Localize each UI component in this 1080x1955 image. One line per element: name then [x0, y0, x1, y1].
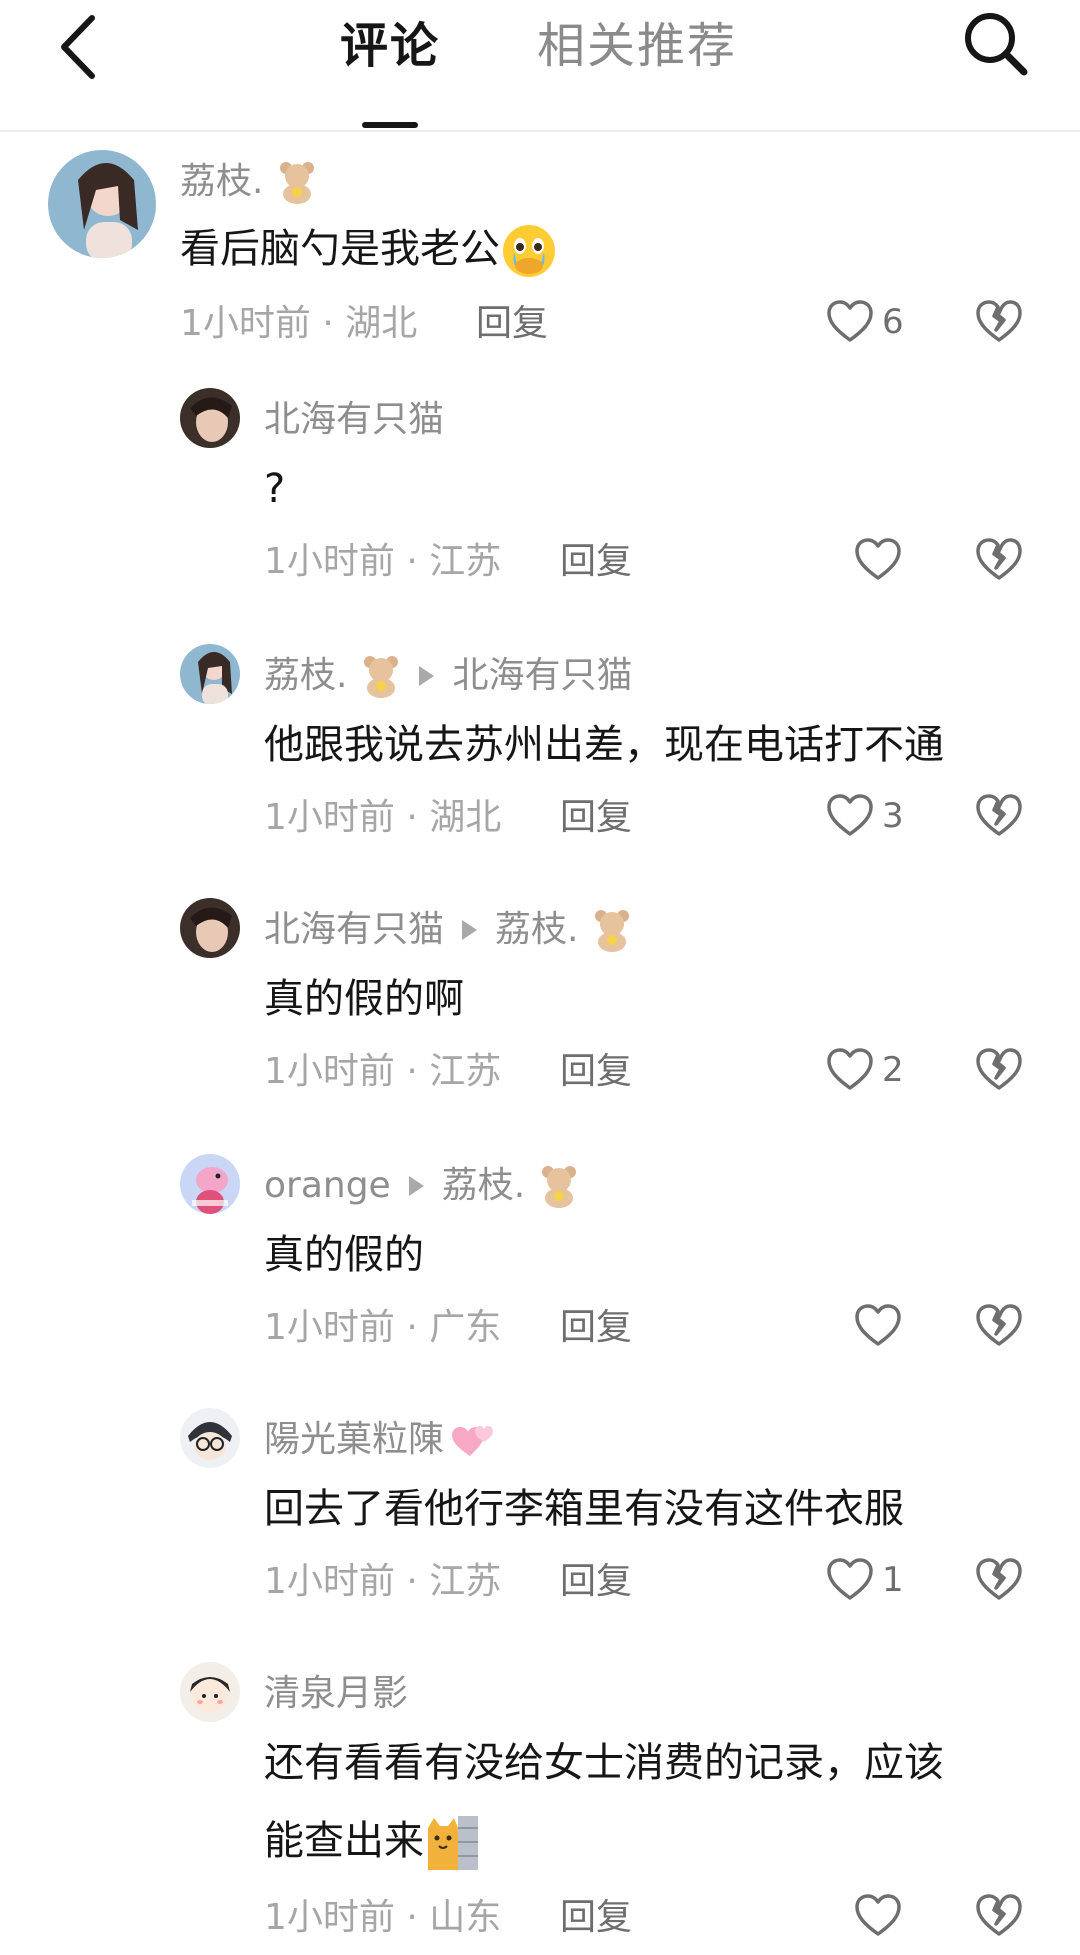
- comment-text: ?: [264, 466, 286, 512]
- cat-wall-emoji-icon: [428, 1816, 478, 1870]
- like-button[interactable]: 2: [826, 1042, 946, 1098]
- reply-button[interactable]: 回复: [560, 1558, 632, 1606]
- reply-arrow-icon: [462, 920, 478, 940]
- avatar[interactable]: [180, 1154, 240, 1214]
- top-bar: 评论 相关推荐: [0, 0, 1080, 132]
- broken-heart-icon[interactable]: [974, 1554, 1024, 1604]
- comment-time-location: 1小时前 · 广东: [264, 1307, 502, 1348]
- like-button[interactable]: [854, 1888, 974, 1944]
- reply-button[interactable]: 回复: [560, 1048, 632, 1096]
- comment-time-location: 1小时前 · 江苏: [264, 1051, 502, 1092]
- comment-username[interactable]: 荔枝.: [180, 156, 317, 207]
- tab-comments[interactable]: 评论: [340, 14, 440, 78]
- avatar[interactable]: [180, 898, 240, 958]
- reply-button[interactable]: 回复: [560, 794, 632, 842]
- reply-to-username[interactable]: 荔枝.: [495, 909, 578, 950]
- active-tab-indicator: [362, 122, 418, 128]
- reply-button[interactable]: 回复: [476, 300, 548, 348]
- broken-heart-icon[interactable]: [974, 1300, 1024, 1350]
- heart-icon: [827, 794, 873, 836]
- comment-username[interactable]: 北海有只猫 荔枝.: [264, 904, 632, 955]
- reply-button[interactable]: 回复: [560, 1304, 632, 1352]
- reply-arrow-icon: [408, 1176, 424, 1196]
- tab-related-recommendations[interactable]: 相关推荐: [537, 14, 737, 78]
- reply-arrow-icon: [419, 666, 435, 686]
- comment-username[interactable]: 陽光菓粒陳: [264, 1414, 496, 1465]
- bear-emoji-icon: [364, 656, 399, 698]
- avatar[interactable]: [180, 388, 240, 448]
- comment-text-line-2: 能查出来: [264, 1810, 480, 1872]
- comment-time-location: 1小时前 · 湖北: [180, 303, 418, 344]
- comment-text: 真的假的啊: [264, 976, 464, 1022]
- comment-username[interactable]: orange 荔枝.: [264, 1160, 579, 1211]
- back-arrow-icon[interactable]: [52, 12, 112, 82]
- broken-heart-icon[interactable]: [974, 1890, 1024, 1940]
- like-count: 3: [882, 796, 904, 836]
- comment-text: 看后脑勺是我老公: [180, 218, 558, 280]
- avatar[interactable]: [48, 150, 156, 258]
- avatar[interactable]: [180, 1662, 240, 1722]
- broken-heart-icon[interactable]: [974, 1044, 1024, 1094]
- bear-emoji-icon: [542, 1166, 577, 1208]
- comment-time-location: 1小时前 · 江苏: [264, 541, 502, 582]
- reply-to-username[interactable]: 荔枝.: [442, 1165, 525, 1206]
- comment-time-location: 1小时前 · 湖北: [264, 797, 502, 838]
- like-button[interactable]: [854, 1298, 974, 1354]
- comment-username[interactable]: 荔枝. 北海有只猫: [264, 650, 632, 701]
- heart-icon: [827, 1558, 873, 1600]
- like-button[interactable]: 6: [826, 294, 946, 350]
- like-button[interactable]: [854, 532, 974, 588]
- crying-emoji-icon: [503, 225, 555, 277]
- like-button[interactable]: 3: [826, 788, 946, 844]
- reply-button[interactable]: 回复: [560, 1894, 632, 1942]
- comment-text: 还有看看有没给女士消费的记录，应该: [264, 1740, 944, 1786]
- comment-username[interactable]: 北海有只猫: [264, 394, 444, 445]
- heart-icon: [855, 1304, 901, 1346]
- avatar[interactable]: [180, 644, 240, 704]
- broken-heart-icon[interactable]: [974, 296, 1024, 346]
- comment-time-location: 1小时前 · 山东: [264, 1897, 502, 1938]
- broken-heart-icon[interactable]: [974, 534, 1024, 584]
- reply-to-username[interactable]: 北海有只猫: [452, 655, 632, 696]
- like-button[interactable]: 1: [826, 1552, 946, 1608]
- bear-emoji-icon: [595, 910, 630, 952]
- comment-text: 回去了看他行李箱里有没有这件衣服: [264, 1486, 904, 1532]
- like-count: 6: [882, 302, 904, 342]
- comment-text: 真的假的: [264, 1232, 424, 1278]
- comment-time-location: 1小时前 · 江苏: [264, 1561, 502, 1602]
- heart-icon: [855, 538, 901, 580]
- reply-button[interactable]: 回复: [560, 538, 632, 586]
- heart-icon: [855, 1894, 901, 1936]
- heart-icon: [827, 1048, 873, 1090]
- comment-text: 他跟我说去苏州出差，现在电话打不通: [264, 722, 944, 768]
- sparkling-hearts-emoji-icon: [452, 1426, 494, 1456]
- bear-emoji-icon: [280, 162, 315, 204]
- broken-heart-icon[interactable]: [974, 790, 1024, 840]
- avatar[interactable]: [180, 1408, 240, 1468]
- search-icon[interactable]: [958, 6, 1030, 78]
- comment-username[interactable]: 清泉月影: [264, 1668, 408, 1719]
- heart-icon: [827, 300, 873, 342]
- like-count: 1: [882, 1560, 904, 1600]
- like-count: 2: [882, 1050, 904, 1090]
